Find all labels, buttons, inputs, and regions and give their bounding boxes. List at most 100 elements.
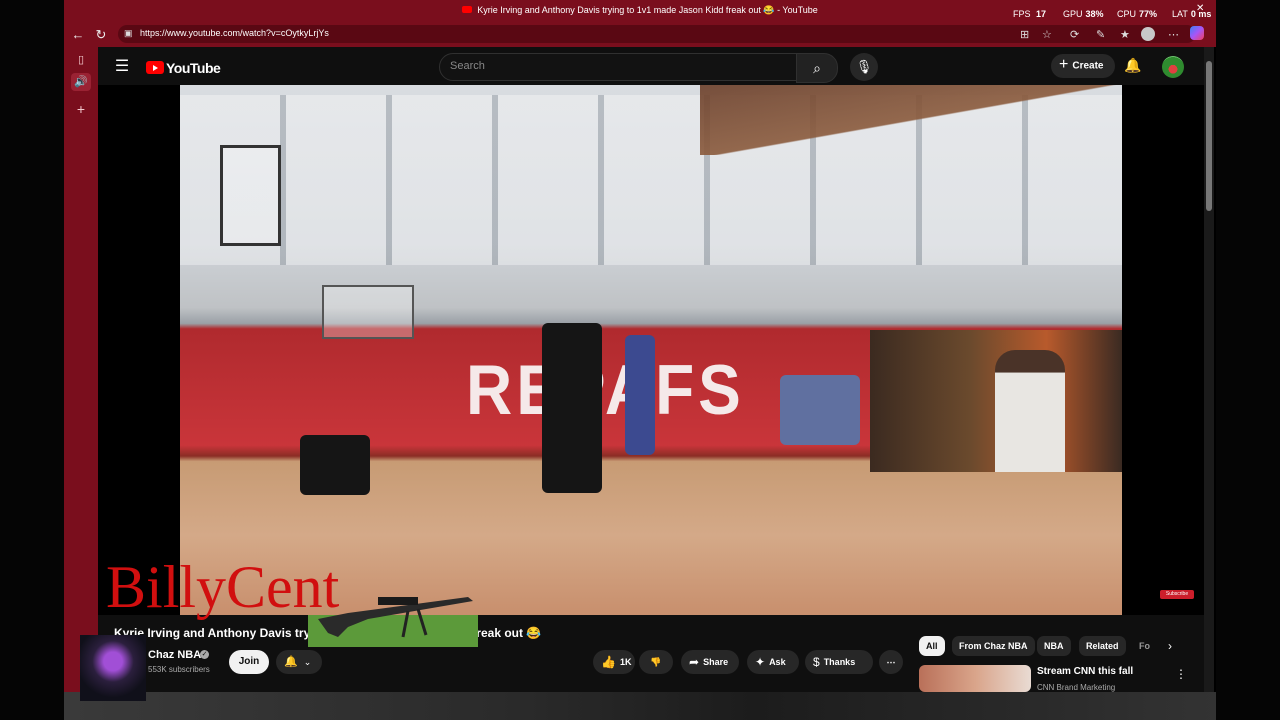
thumbs-up-icon: 👍 (601, 654, 616, 669)
tab-title-text: Kyrie Irving and Anthony Davis trying to… (477, 5, 818, 15)
microphone-icon: 🎙 (855, 59, 873, 74)
youtube-favicon-icon (462, 6, 473, 14)
favorites-icon[interactable]: ★ (1120, 28, 1130, 41)
dislike-button[interactable]: 👎 (639, 650, 673, 674)
site-info-icon[interactable]: ▣ (124, 28, 133, 39)
new-tab-icon[interactable]: + (71, 100, 91, 118)
gpu-readout: GPU 38% (1063, 9, 1104, 19)
super-thanks-icon: $ (813, 654, 820, 669)
latency-readout: LAT 0 ms (1172, 9, 1211, 19)
recommended-video-thumbnail[interactable] (919, 665, 1031, 692)
favorite-star-icon[interactable]: ☆ (1042, 28, 1052, 41)
chip-truncated[interactable]: Fo (1132, 636, 1157, 656)
app-install-icon[interactable]: ⊞ (1020, 28, 1029, 41)
cpu-readout: CPU 77% (1117, 9, 1157, 19)
bell-icon: 🔔 (284, 656, 298, 668)
cpu-value: 77% (1139, 9, 1158, 19)
desktop-background-left (0, 0, 64, 720)
related-filter-chips: All From Chaz NBA NBA Related Fo › (919, 636, 1179, 656)
subscribe-watermark[interactable]: Subscribe (1160, 590, 1194, 599)
reload-icon[interactable]: ↻ (93, 27, 109, 43)
vertical-tab-rail: ▯ 🔊 + (64, 47, 98, 692)
fps-label: FPS (1013, 9, 1031, 19)
desktop-background-bottom (64, 692, 1216, 720)
youtube-logo[interactable]: YouTube (146, 59, 221, 76)
more-horizontal-icon: ⋯ (886, 657, 896, 667)
more-vertical-icon[interactable]: ⋮ (1175, 667, 1187, 681)
share-label: Share (703, 657, 729, 667)
share-button[interactable]: ➦ Share (681, 650, 739, 674)
close-window-icon[interactable]: ✕ (1196, 3, 1204, 14)
court-wall-lettering: REPAFS (466, 350, 745, 430)
subscriber-count: 553K subscribers (148, 665, 210, 674)
subscription-notifications-button[interactable]: 🔔 ⌄ (276, 650, 322, 674)
search-button[interactable]: ⌕ (796, 53, 838, 83)
recommended-video-title[interactable]: Stream CNN this fall (1037, 666, 1133, 677)
gpu-label: GPU (1063, 9, 1083, 19)
like-count: 1K (619, 657, 632, 667)
ask-button[interactable]: ✦ Ask (747, 650, 799, 674)
latency-label: LAT (1172, 9, 1188, 19)
back-arrow-icon[interactable]: ← (70, 27, 86, 43)
player-figure (542, 323, 602, 493)
address-bar[interactable]: ▣ https://www.youtube.com/watch?v=cOytky… (118, 25, 1204, 43)
share-arrow-icon: ➦ (689, 654, 700, 669)
scrollbar-thumb[interactable] (1206, 61, 1212, 211)
join-button[interactable]: Join (229, 650, 269, 674)
browser-toolbar: ← ↻ ▣ https://www.youtube.com/watch?v=cO… (64, 23, 1216, 47)
fps-value: 17 (1036, 9, 1047, 19)
players-group (780, 375, 860, 445)
like-button[interactable]: 👍 1K (593, 650, 635, 674)
channel-name[interactable]: Chaz NBA (148, 649, 201, 661)
streamer-figure (995, 350, 1065, 472)
streamer-webcam (870, 330, 1122, 472)
tab-actions-icon[interactable]: ▯ (71, 51, 91, 69)
account-avatar[interactable] (1162, 56, 1184, 78)
profile-icon[interactable] (1141, 27, 1155, 41)
youtube-logo-text: YouTube (166, 59, 221, 76)
chevron-right-icon[interactable]: › (1168, 636, 1172, 656)
recommended-video-channel[interactable]: CNN Brand Marketing (1037, 683, 1115, 692)
copilot-icon[interactable] (1190, 26, 1204, 40)
thumbs-down-icon: 👎 (650, 657, 662, 667)
notifications-bell-icon[interactable]: 🔔 (1124, 57, 1141, 74)
basketball-hoop (220, 145, 281, 246)
chip-related[interactable]: Related (1079, 636, 1126, 656)
desktop-background-right (1216, 0, 1280, 720)
channel-avatar[interactable] (80, 635, 146, 701)
page-scrollbar[interactable] (1204, 47, 1214, 692)
gpu-value: 38% (1085, 9, 1104, 19)
create-button[interactable]: + Create (1051, 54, 1115, 78)
browser-title-bar: Kyrie Irving and Anthony Davis trying to… (64, 0, 1216, 23)
chip-all[interactable]: All (919, 636, 945, 656)
chevron-down-icon: ⌄ (303, 657, 312, 667)
player-figure (300, 435, 370, 495)
verified-badge-icon: ✓ (200, 650, 209, 659)
thanks-button[interactable]: $ Thanks (805, 650, 873, 674)
url-text: https://www.youtube.com/watch?v=cOytkyLr… (140, 28, 329, 38)
video-player[interactable]: REPAFS Subscribe (98, 85, 1204, 615)
chip-nba[interactable]: NBA (1037, 636, 1071, 656)
cpu-label: CPU (1117, 9, 1137, 19)
voice-search-button[interactable]: 🎙 (850, 53, 878, 81)
player-figure (625, 335, 655, 455)
hamburger-menu-icon[interactable]: ☰ (112, 57, 132, 77)
search-input[interactable]: Search (439, 53, 798, 81)
fps-readout: FPS 17 (1013, 9, 1046, 19)
chip-from-channel[interactable]: From Chaz NBA (952, 636, 1035, 656)
more-options-icon[interactable]: ⋯ (1168, 28, 1179, 41)
ask-label: Ask (769, 657, 786, 667)
youtube-play-icon (146, 61, 164, 75)
overlay-watermark-text: BillyCent (106, 554, 340, 620)
more-actions-button[interactable]: ⋯ (879, 650, 903, 674)
youtube-page: ☰ YouTube Search ⌕ 🎙 + Create 🔔 REPAFS Su… (80, 47, 1210, 701)
extension-icon[interactable]: ✎ (1096, 28, 1105, 41)
search-placeholder: Search (450, 60, 485, 72)
refresh-extension-icon[interactable]: ⟳ (1070, 28, 1079, 41)
video-frame[interactable]: REPAFS (180, 85, 1122, 615)
sniper-rifle-sticker (308, 597, 478, 647)
youtube-masthead: ☰ YouTube Search ⌕ 🎙 + Create 🔔 (98, 47, 1204, 87)
thanks-label: Thanks (823, 657, 856, 667)
create-label: Create (1072, 60, 1104, 72)
active-tab-audio-icon[interactable]: 🔊 (71, 73, 91, 91)
